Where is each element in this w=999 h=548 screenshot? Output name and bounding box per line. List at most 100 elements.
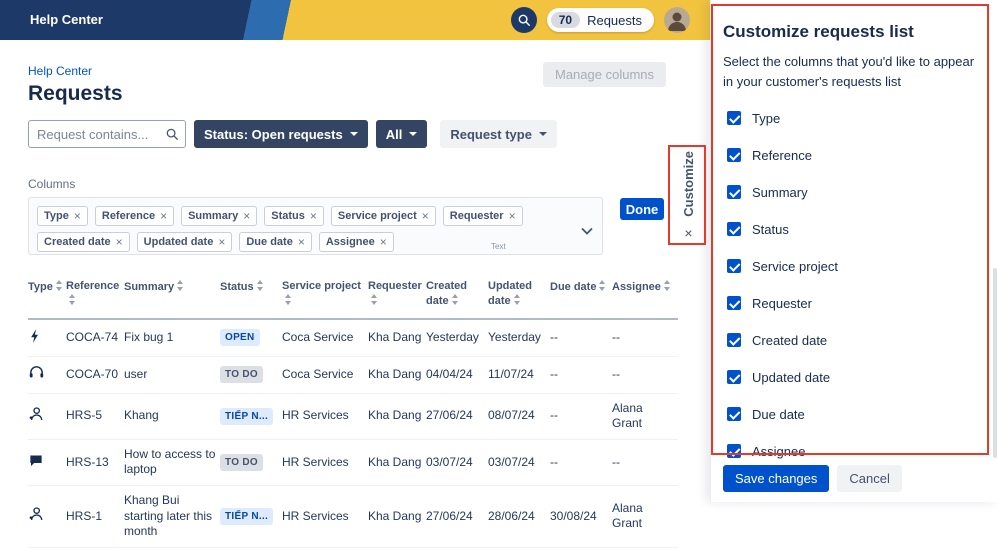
customize-tab-label: Customize [681, 151, 696, 217]
list-item: Status [727, 222, 985, 236]
checkbox-assignee[interactable] [727, 444, 741, 458]
columns-label: Columns [28, 177, 75, 191]
cell-assignee: -- [612, 357, 678, 394]
cell-type [28, 393, 66, 439]
cell-requester: Kha Dang [368, 486, 426, 548]
checkbox-due-date[interactable] [727, 407, 741, 421]
checkbox-reference[interactable] [727, 148, 741, 162]
cell-summary: Fix bug 1 [124, 319, 220, 357]
sort-icon [69, 294, 76, 305]
remove-icon[interactable]: × [74, 210, 81, 222]
requests-button[interactable]: 70 Requests [547, 8, 654, 32]
cell-updated: 28/06/24 [488, 486, 550, 548]
cell-service-project: HR Services [282, 486, 368, 548]
col-header-status[interactable]: Status [220, 272, 282, 319]
status-badge: OPEN [220, 329, 260, 346]
save-changes-button[interactable]: Save changes [723, 465, 829, 492]
request-row[interactable]: COCA-74 Fix bug 1 OPEN Coca Service Kha … [28, 319, 678, 357]
cell-assignee: -- [612, 439, 678, 485]
request-row[interactable]: HRS-1 Khang Bui starting later this mont… [28, 486, 678, 548]
cell-service-project: Coca Service [282, 319, 368, 357]
customize-panel: Customize requests list Select the colum… [710, 0, 999, 502]
sort-icon [56, 280, 63, 291]
cell-reference: HRS-13 [66, 439, 124, 485]
remove-icon[interactable]: × [298, 236, 305, 248]
cell-created: 04/04/24 [426, 357, 488, 394]
status-badge: TIẾP N... [220, 508, 273, 525]
checkbox-type[interactable] [727, 111, 741, 125]
cancel-button[interactable]: Cancel [837, 465, 901, 492]
cell-summary: user [124, 357, 220, 394]
person-icon [28, 411, 44, 425]
requests-table-wrap: Type Reference Summary Status Service pr… [28, 272, 680, 548]
checkbox-service-project[interactable] [727, 259, 741, 273]
sort-icon [599, 280, 606, 291]
column-chip: Status× [264, 206, 324, 226]
remove-icon[interactable]: × [218, 236, 225, 248]
close-icon[interactable]: × [684, 226, 692, 240]
remove-icon[interactable]: × [310, 210, 317, 222]
cell-updated: Yesterday [488, 319, 550, 357]
manage-columns-button[interactable]: Manage columns [543, 62, 666, 87]
checkbox-status[interactable] [727, 222, 741, 236]
requests-button-label: Requests [587, 13, 642, 28]
requests-count-badge: 70 [551, 12, 580, 28]
customize-tab[interactable]: Customize × [673, 150, 704, 241]
breadcrumb[interactable]: Help Center [28, 64, 92, 78]
cell-type [28, 486, 66, 548]
cell-updated: 03/07/24 [488, 439, 550, 485]
request-row[interactable]: HRS-13 How to access to laptop TO DO HR … [28, 439, 678, 485]
col-header-service-project[interactable]: Service project [282, 272, 368, 319]
column-chip: Type× [37, 206, 88, 226]
bolt-icon [28, 334, 43, 348]
cell-created: Yesterday [426, 319, 488, 357]
cell-status: TO DO [220, 439, 282, 485]
request-type-filter-button[interactable]: Request type [440, 120, 557, 148]
sort-icon [257, 280, 264, 291]
col-header-assignee[interactable]: Assignee [612, 272, 678, 319]
request-row[interactable]: COCA-70 user TO DO Coca Service Kha Dang… [28, 357, 678, 394]
remove-icon[interactable]: × [160, 210, 167, 222]
col-header-updated-date[interactable]: Updated date [488, 272, 550, 319]
cell-due: 30/08/24 [550, 486, 612, 548]
request-type-filter-label: Request type [450, 127, 532, 142]
column-chip: Created date× [37, 232, 130, 252]
col-header-summary[interactable]: Summary [124, 272, 220, 319]
remove-icon[interactable]: × [509, 210, 516, 222]
remove-icon[interactable]: × [116, 236, 123, 248]
col-header-type[interactable]: Type [28, 272, 66, 319]
column-chip: Due date× [239, 232, 311, 252]
list-item: Updated date [727, 370, 985, 384]
cell-reference: COCA-70 [66, 357, 124, 394]
remove-icon[interactable]: × [380, 236, 387, 248]
chevron-down-icon[interactable] [581, 222, 593, 240]
status-filter-button[interactable]: Status: Open requests [194, 120, 368, 148]
all-filter-button[interactable]: All [376, 120, 428, 148]
cell-created: 27/06/24 [426, 486, 488, 548]
sort-icon [664, 280, 671, 291]
search-icon[interactable] [511, 7, 537, 33]
checkbox-summary[interactable] [727, 185, 741, 199]
cell-type [28, 439, 66, 485]
cell-requester: Kha Dang [368, 439, 426, 485]
remove-icon[interactable]: × [422, 210, 429, 222]
remove-icon[interactable]: × [243, 210, 250, 222]
avatar[interactable] [664, 7, 690, 33]
cell-requester: Kha Dang [368, 393, 426, 439]
cell-service-project: Coca Service [282, 357, 368, 394]
columns-field[interactable]: Type× Reference× Summary× Status× Servic… [28, 197, 603, 255]
checkbox-updated-date[interactable] [727, 370, 741, 384]
checkbox-created-date[interactable] [727, 333, 741, 347]
scrollbar[interactable] [993, 268, 997, 458]
col-header-reference[interactable]: Reference [66, 272, 124, 319]
col-header-due-date[interactable]: Due date [550, 272, 612, 319]
checkbox-requester[interactable] [727, 296, 741, 310]
request-row[interactable]: HRS-5 Khang TIẾP N... HR Services Kha Da… [28, 393, 678, 439]
header-actions: 70 Requests [511, 7, 690, 33]
col-header-requester[interactable]: Requester [368, 272, 426, 319]
request-search-input[interactable] [28, 120, 186, 148]
col-header-created-date[interactable]: Created date [426, 272, 488, 319]
done-button[interactable]: Done [620, 198, 664, 220]
list-item: Reference [727, 148, 985, 162]
cell-due: -- [550, 393, 612, 439]
